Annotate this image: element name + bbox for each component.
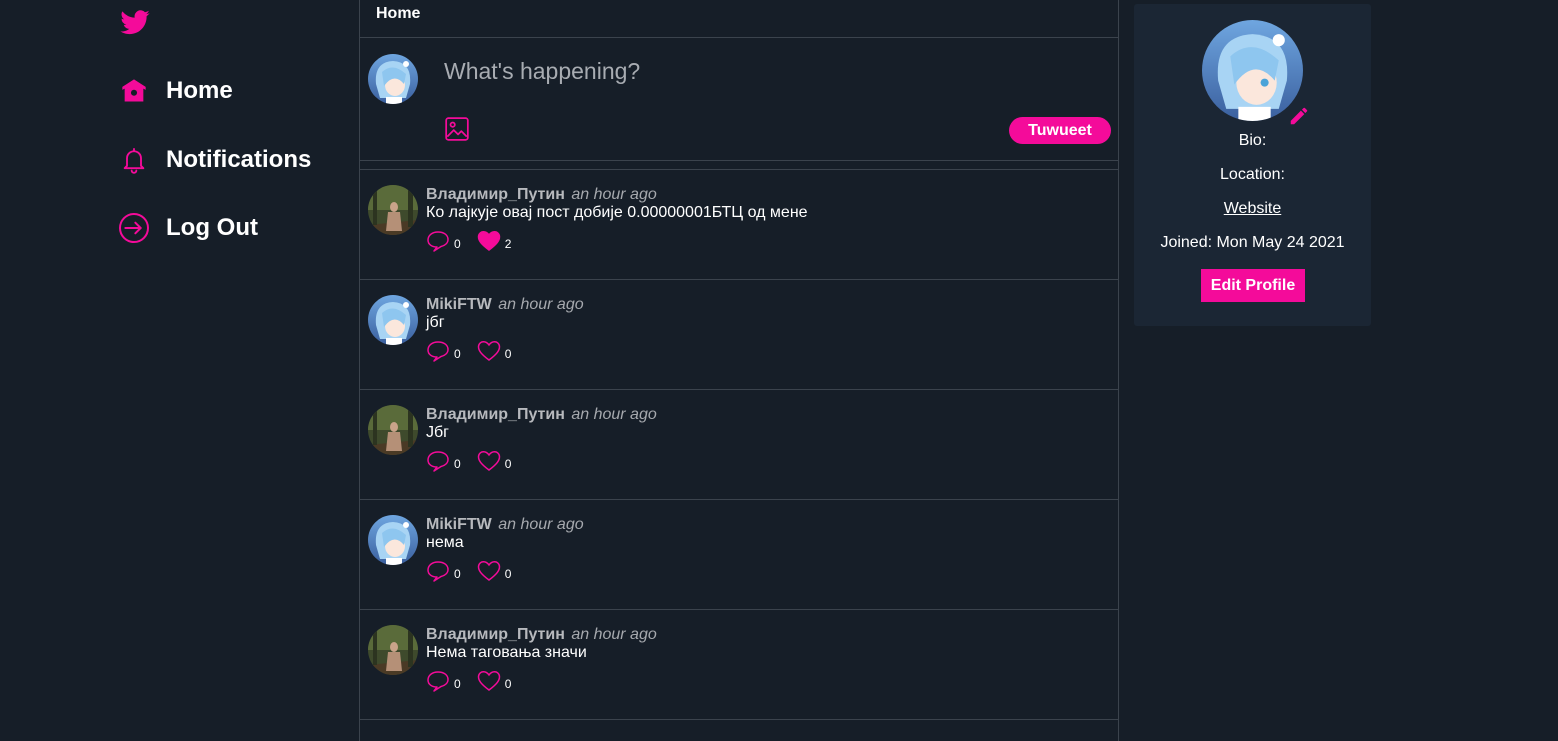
comment-icon	[426, 560, 450, 587]
comment-icon	[426, 340, 450, 367]
nav-item-notifications[interactable]: Notifications	[118, 144, 311, 176]
post[interactable]: MikiFTW an hour ago нема 0 0	[360, 500, 1118, 610]
nav-item-label: Home	[166, 77, 233, 104]
post-author[interactable]: Владимир_Путин	[426, 406, 565, 423]
post-text: Јбг	[426, 424, 449, 441]
nav-item-label: Notifications	[166, 146, 312, 173]
post-actions: 00	[426, 560, 527, 587]
avatar[interactable]	[368, 405, 418, 455]
comment-button[interactable]: 0	[426, 560, 461, 587]
comment-icon	[426, 230, 450, 257]
post-timestamp: an hour ago	[571, 186, 657, 203]
like-count: 0	[504, 346, 512, 361]
like-button[interactable]: 0	[477, 560, 512, 587]
post-timestamp: an hour ago	[498, 296, 584, 313]
heart-icon	[477, 670, 501, 697]
nav-item-home[interactable]: Home	[118, 75, 233, 107]
app-root: Home Notifications Log Out Home What's h…	[0, 0, 1558, 741]
image-icon[interactable]	[444, 116, 470, 142]
post[interactable]: Владимир_Путин an hour ago Јбг 0 0	[360, 390, 1118, 500]
heart-icon	[477, 340, 501, 367]
post-text: Нема таговања значи	[426, 644, 587, 661]
tweet-input[interactable]	[442, 53, 1046, 89]
tweet-composer: Tuwueet	[360, 38, 1118, 161]
comment-button[interactable]: 0	[426, 340, 461, 367]
comment-button[interactable]: 0	[426, 230, 461, 257]
comment-icon	[426, 670, 450, 697]
post-meta: MikiFTW an hour ago	[426, 516, 584, 534]
like-count: 2	[504, 236, 512, 251]
edit-profile-button[interactable]: Edit Profile	[1201, 269, 1305, 302]
like-button[interactable]: 0	[477, 450, 512, 477]
nav-item-logout[interactable]: Log Out	[118, 212, 258, 244]
post-meta: Владимир_Путин an hour ago	[426, 406, 657, 424]
post-timestamp: an hour ago	[571, 626, 657, 643]
website-row: Website	[1134, 200, 1371, 218]
post[interactable]: MikiFTW an hour ago јбг 0 0	[360, 280, 1118, 390]
tweet-button[interactable]: Tuwueet	[1009, 117, 1111, 144]
post-author[interactable]: MikiFTW	[426, 516, 492, 533]
post-actions: 00	[426, 340, 527, 367]
comment-icon	[426, 450, 450, 477]
comment-button[interactable]: 0	[426, 450, 461, 477]
bio-label: Bio:	[1238, 132, 1267, 149]
logout-icon	[118, 212, 150, 244]
nav-item-label: Log Out	[166, 214, 258, 241]
like-count: 0	[504, 676, 512, 691]
profile-card: Bio: Location: Website Joined: Mon May 2…	[1134, 4, 1371, 326]
avatar[interactable]	[368, 295, 418, 345]
heart-icon	[477, 560, 501, 587]
comment-count: 0	[454, 236, 461, 251]
post-author[interactable]: MikiFTW	[426, 296, 492, 313]
home-icon	[118, 75, 150, 107]
post-actions: 02	[426, 230, 527, 257]
post-text: јбг	[426, 314, 445, 331]
joined-date: Joined: Mon May 24 2021	[1160, 234, 1345, 251]
location-label: Location:	[1220, 166, 1285, 183]
post-meta: Владимир_Путин an hour ago	[426, 626, 657, 644]
post-timestamp: an hour ago	[571, 406, 657, 423]
post[interactable]: Владимир_Путин an hour ago Нема таговања …	[360, 610, 1118, 720]
post-text: Ко лајкује овај пост добије 0.00000001БТ…	[426, 204, 808, 221]
like-count: 0	[504, 566, 512, 581]
post-meta: MikiFTW an hour ago	[426, 296, 584, 314]
comment-count: 0	[454, 456, 461, 471]
bell-icon	[118, 144, 150, 176]
divider	[360, 161, 1118, 170]
like-button[interactable]: 0	[477, 670, 512, 697]
twitter-bird-icon[interactable]	[119, 7, 151, 39]
post-text: нема	[426, 534, 464, 551]
like-button[interactable]: 2	[477, 230, 512, 257]
like-button[interactable]: 0	[477, 340, 512, 367]
post[interactable]: Владимир_Путин an hour ago Ко лајкује ова…	[360, 170, 1118, 280]
avatar	[368, 54, 418, 104]
pencil-icon[interactable]	[1288, 105, 1310, 127]
like-count: 0	[504, 456, 512, 471]
page-title: Home	[360, 0, 1118, 38]
post-author[interactable]: Владимир_Путин	[426, 186, 565, 203]
post-list: Владимир_Путин an hour ago Ко лајкује ова…	[360, 170, 1118, 720]
website-link[interactable]: Website	[1224, 200, 1282, 217]
post-author[interactable]: Владимир_Путин	[426, 626, 565, 643]
avatar[interactable]	[368, 625, 418, 675]
comment-count: 0	[454, 566, 461, 581]
post-timestamp: an hour ago	[498, 516, 584, 533]
avatar[interactable]	[368, 185, 418, 235]
avatar[interactable]	[368, 515, 418, 565]
comment-count: 0	[454, 676, 461, 691]
feed: Home Tuwueet Владимир_Путин an ho	[359, 0, 1119, 741]
comment-button[interactable]: 0	[426, 670, 461, 697]
heart-icon	[477, 450, 501, 477]
heart-icon	[477, 230, 501, 257]
post-actions: 00	[426, 450, 527, 477]
post-meta: Владимир_Путин an hour ago	[426, 186, 657, 204]
comment-count: 0	[454, 346, 461, 361]
post-actions: 00	[426, 670, 527, 697]
